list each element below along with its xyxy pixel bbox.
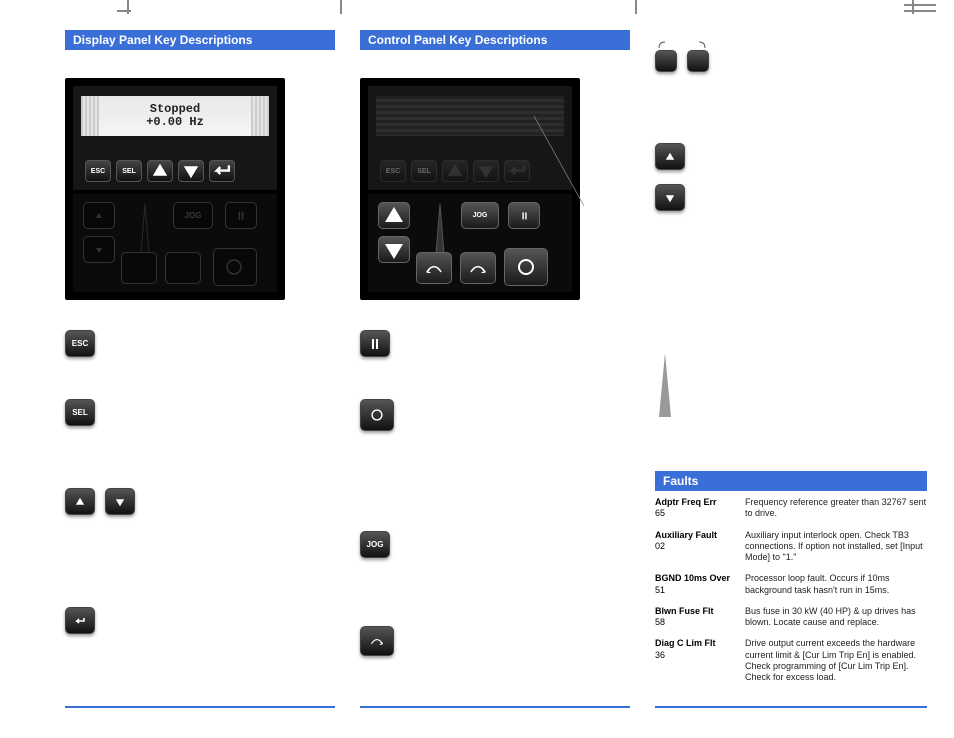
table-row: BGND 10ms Over 51 Processor loop fault. O… bbox=[655, 573, 927, 596]
panel-up-button[interactable] bbox=[147, 160, 173, 182]
panel2-down-button bbox=[473, 160, 499, 182]
ghost-down-button bbox=[83, 236, 115, 263]
legend-stop bbox=[360, 399, 640, 431]
ctrl-stop-button[interactable] bbox=[504, 248, 548, 286]
fault-desc: Processor loop fault. Occurs if 10ms bac… bbox=[745, 573, 927, 596]
fault-desc: Frequency reference greater than 32767 s… bbox=[745, 497, 927, 520]
panel2-up-button bbox=[442, 160, 468, 182]
ghost-rev-button bbox=[121, 252, 157, 284]
panel2-sel-button: SEL bbox=[411, 160, 437, 182]
header-faults: Faults bbox=[655, 471, 927, 491]
esc-key-icon: ESC bbox=[65, 330, 95, 357]
panel2-esc-button: ESC bbox=[380, 160, 406, 182]
speed-indicator-icon bbox=[657, 351, 673, 421]
sel-key-icon: SEL bbox=[65, 399, 95, 426]
panel-enter-button[interactable] bbox=[209, 160, 235, 182]
fault-name: Adptr Freq Err bbox=[655, 497, 717, 507]
divider-col1 bbox=[65, 706, 335, 708]
table-row: Diag C Lim Flt 36 Drive output current ex… bbox=[655, 638, 927, 683]
panel2-enter-button bbox=[504, 160, 530, 182]
table-row: Auxiliary Fault02 Auxiliary input interl… bbox=[655, 530, 927, 564]
page: Display Panel Key Descriptions Stopped +… bbox=[0, 0, 954, 738]
panel-down-button[interactable] bbox=[178, 160, 204, 182]
jog-key-icon: JOG bbox=[360, 531, 390, 558]
down-key-icon-2 bbox=[655, 184, 685, 211]
fault-code: 36 bbox=[655, 650, 735, 661]
ghost-up-button bbox=[83, 202, 115, 229]
fault-code: 51 bbox=[655, 585, 735, 596]
panel-sel-button[interactable]: SEL bbox=[116, 160, 142, 182]
fault-code: 02 bbox=[655, 541, 735, 552]
start-key-icon bbox=[360, 330, 390, 357]
legend-sel: SEL bbox=[65, 399, 345, 426]
indicator-box-1 bbox=[655, 50, 677, 72]
fault-desc: Bus fuse in 30 kW (40 HP) & up drives ha… bbox=[745, 606, 927, 629]
legend-down-standalone bbox=[655, 184, 935, 211]
ctrl-jog-button[interactable]: JOG bbox=[461, 202, 499, 229]
ghost-start-button bbox=[225, 202, 257, 229]
up-key-icon bbox=[65, 488, 95, 515]
divider-col2 bbox=[360, 706, 630, 708]
ghost-stop-button bbox=[213, 248, 257, 286]
enter-key-icon bbox=[65, 607, 95, 634]
control-panel-device: ESC SEL JOG bbox=[360, 78, 580, 300]
ghost-jog-button: JOG bbox=[173, 202, 213, 229]
lcd-line-2: +0.00 Hz bbox=[146, 116, 204, 129]
up-key-icon-2 bbox=[655, 143, 685, 170]
fault-code: 65 bbox=[655, 508, 735, 519]
legend-esc: ESC bbox=[65, 330, 345, 357]
fault-desc: Auxiliary input interlock open. Check TB… bbox=[745, 530, 927, 564]
fault-name: Blwn Fuse Flt bbox=[655, 606, 714, 616]
table-row: Blwn Fuse Flt58 Bus fuse in 30 kW (40 HP… bbox=[655, 606, 927, 629]
legend-direction bbox=[360, 626, 640, 656]
fault-desc: Drive output current exceeds the hardwar… bbox=[745, 638, 927, 683]
legend-up-standalone bbox=[655, 143, 935, 170]
panel-esc-button[interactable]: ESC bbox=[85, 160, 111, 182]
indicator-box-2 bbox=[687, 50, 709, 72]
ctrl-start-button[interactable] bbox=[508, 202, 540, 229]
down-key-icon bbox=[105, 488, 135, 515]
legend-enter bbox=[65, 607, 345, 634]
legend-jog: JOG bbox=[360, 531, 640, 558]
fault-name: BGND 10ms Over bbox=[655, 573, 730, 583]
speed-gauge-icon bbox=[139, 202, 151, 258]
bracket-icon bbox=[655, 40, 711, 48]
ctrl-speed-gauge-icon bbox=[434, 202, 446, 258]
direction-key-icon bbox=[360, 626, 394, 656]
ghost-fwd-button bbox=[165, 252, 201, 284]
stop-key-icon bbox=[360, 399, 394, 431]
faults-table: Adptr Freq Err65 Frequency reference gre… bbox=[655, 497, 927, 683]
header-control: Control Panel Key Descriptions bbox=[360, 30, 630, 50]
display-panel-device: Stopped +0.00 Hz ESC SEL JOG bbox=[65, 78, 285, 300]
ctrl-fwd-button[interactable] bbox=[460, 252, 496, 284]
header-display: Display Panel Key Descriptions bbox=[65, 30, 335, 50]
indicator-pair bbox=[655, 40, 935, 77]
ctrl-down-button[interactable] bbox=[378, 236, 410, 263]
column-display: Display Panel Key Descriptions Stopped +… bbox=[65, 30, 345, 634]
column-control: Control Panel Key Descriptions ESC SEL bbox=[360, 30, 640, 656]
ctrl-rev-button[interactable] bbox=[416, 252, 452, 284]
callout-line-icon bbox=[534, 116, 584, 206]
legend-start bbox=[360, 330, 640, 357]
divider-col3 bbox=[655, 706, 927, 708]
fault-name: Auxiliary Fault bbox=[655, 530, 717, 540]
legend-up-down bbox=[65, 488, 345, 515]
fault-code: 58 bbox=[655, 617, 735, 628]
ctrl-up-button[interactable] bbox=[378, 202, 410, 229]
fault-name: Diag C Lim Flt bbox=[655, 638, 716, 648]
table-row: Adptr Freq Err65 Frequency reference gre… bbox=[655, 497, 927, 520]
column-right: Faults Adptr Freq Err65 Frequency refere… bbox=[655, 30, 935, 693]
